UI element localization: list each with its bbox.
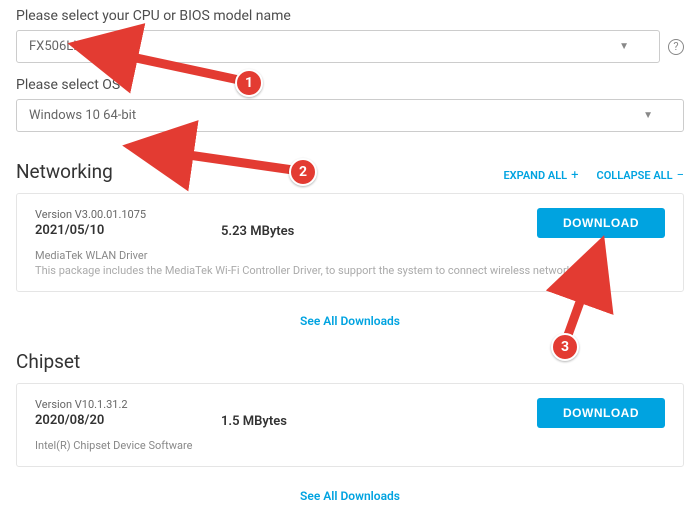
driver-date: 2021/05/10 — [35, 223, 205, 238]
driver-date: 2020/08/20 — [35, 413, 205, 428]
model-select[interactable]: FX506LH ▼ — [16, 30, 660, 63]
os-select[interactable]: Windows 10 64-bit ▼ — [16, 99, 684, 132]
model-label: Please select your CPU or BIOS model nam… — [16, 8, 684, 24]
driver-name: MediaTek WLAN Driver — [35, 249, 665, 262]
chevron-down-icon: ▼ — [643, 110, 653, 121]
driver-version: Version V10.1.31.2 — [35, 398, 205, 411]
driver-name: Intel(R) Chipset Device Software — [35, 439, 665, 452]
collapse-all-label: COLLAPSE ALL — [597, 169, 673, 182]
chevron-down-icon: ▼ — [619, 41, 629, 52]
driver-card: Version V10.1.31.2 2020/08/20 1.5 MBytes… — [16, 383, 684, 467]
driver-version: Version V3.00.01.1075 — [35, 208, 205, 221]
download-button[interactable]: DOWNLOAD — [537, 398, 665, 428]
driver-size: 5.23 MBytes — [221, 208, 521, 239]
see-all-link[interactable]: See All Downloads — [16, 298, 684, 338]
minus-icon: − — [677, 168, 684, 183]
see-all-link[interactable]: See All Downloads — [16, 473, 684, 513]
collapse-all-link[interactable]: COLLAPSE ALL − — [597, 168, 685, 183]
download-button[interactable]: DOWNLOAD — [537, 208, 665, 238]
plus-icon: + — [571, 168, 578, 183]
expand-all-label: EXPAND ALL — [503, 169, 567, 182]
driver-size: 1.5 MBytes — [221, 398, 521, 429]
driver-card: Version V3.00.01.1075 2021/05/10 5.23 MB… — [16, 193, 684, 292]
help-icon[interactable]: ? — [668, 39, 684, 55]
expand-all-link[interactable]: EXPAND ALL + — [503, 168, 578, 183]
section-title-chipset: Chipset — [16, 350, 684, 373]
os-label: Please select OS — [16, 77, 684, 93]
driver-description: This package includes the MediaTek Wi-Fi… — [35, 264, 665, 277]
section-title-networking: Networking — [16, 160, 113, 183]
os-select-value: Windows 10 64-bit — [29, 108, 136, 123]
model-select-value: FX506LH — [29, 39, 83, 54]
